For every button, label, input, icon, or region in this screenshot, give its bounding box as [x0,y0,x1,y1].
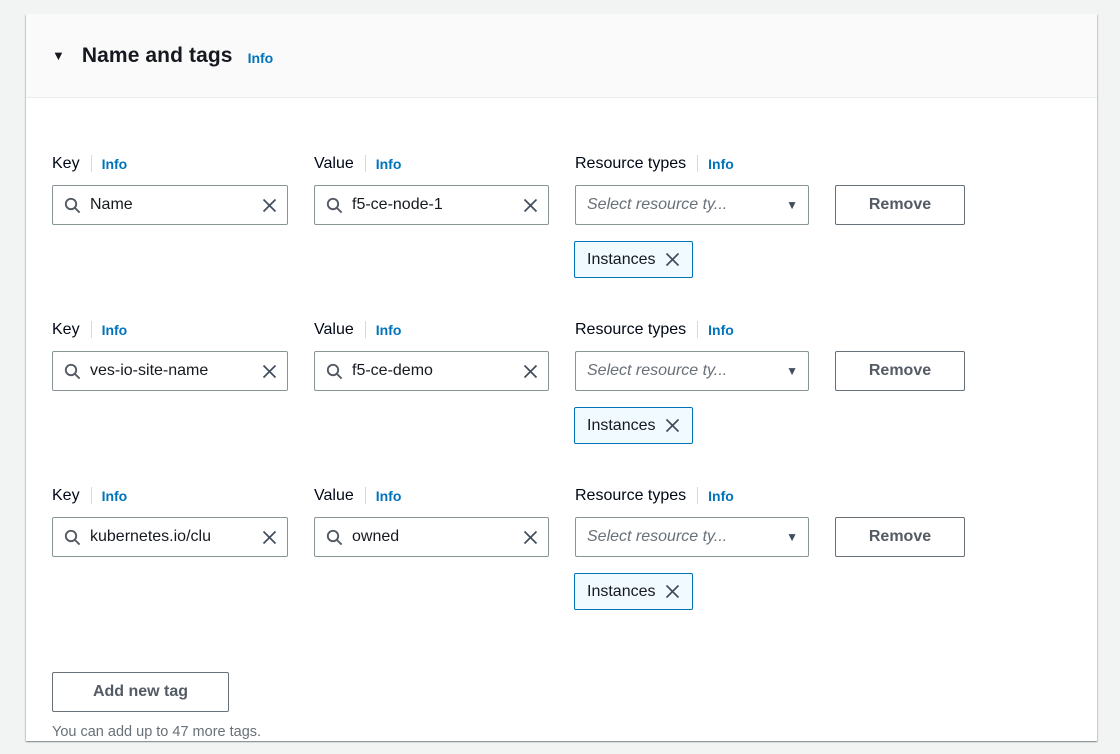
key-label: Key [52,487,80,505]
key-input[interactable] [90,362,256,380]
label-divider [697,487,698,504]
token-line: Instances [52,573,1071,610]
search-icon [326,529,343,546]
select-placeholder: Select resource ty... [587,196,727,214]
panel-body: Key Info Value Info Resource types Info [26,98,1097,740]
resource-types-label-line: Resource types Info [575,320,809,339]
resource-types-info-link[interactable]: Info [708,156,734,172]
token-dismiss-icon[interactable] [665,252,680,267]
key-info-link[interactable]: Info [102,322,128,338]
search-icon [326,197,343,214]
clear-key-icon[interactable] [262,198,277,213]
resource-types-label-line: Resource types Info [575,154,809,173]
clear-value-icon[interactable] [523,530,538,545]
add-new-tag-button[interactable]: Add new tag [52,672,229,712]
tag-row: Key Info Value Info Resource types Info [52,320,1071,444]
label-divider [365,321,366,338]
token-dismiss-icon[interactable] [665,418,680,433]
search-icon [326,363,343,380]
token-label: Instances [587,417,655,435]
value-label: Value [314,321,354,339]
tags-remaining-note: You can add up to 47 more tags. [52,724,1071,740]
value-field [314,517,549,557]
label-divider [697,155,698,172]
key-input[interactable] [90,196,256,214]
label-divider [91,321,92,338]
resource-types-label: Resource types [575,155,686,173]
resource-types-select[interactable]: Select resource ty... ▼ [575,185,809,225]
value-info-link[interactable]: Info [376,156,402,172]
key-info-link[interactable]: Info [102,488,128,504]
label-divider [91,155,92,172]
panel-title: Name and tags [82,44,233,68]
value-input[interactable] [352,528,517,546]
clear-key-icon[interactable] [262,364,277,379]
label-divider [91,487,92,504]
key-label: Key [52,155,80,173]
tag-row: Key Info Value Info Resource types Info [52,154,1071,278]
value-label: Value [314,487,354,505]
chevron-down-icon: ▼ [786,198,798,212]
resource-types-select[interactable]: Select resource ty... ▼ [575,517,809,557]
search-icon [64,363,81,380]
remove-button[interactable]: Remove [835,185,965,225]
key-label-line: Key Info [52,486,288,505]
resource-types-label: Resource types [575,321,686,339]
token-dismiss-icon[interactable] [665,584,680,599]
collapse-caret-icon[interactable]: ▼ [52,48,65,63]
resource-types-label: Resource types [575,487,686,505]
clear-value-icon[interactable] [523,198,538,213]
panel-info-link[interactable]: Info [248,50,274,66]
token-line: Instances [52,241,1071,278]
chevron-down-icon: ▼ [786,364,798,378]
key-label: Key [52,321,80,339]
resource-type-token: Instances [574,407,693,444]
tag-row: Key Info Value Info Resource types Info [52,486,1071,610]
resource-type-token: Instances [574,573,693,610]
panel-header: ▼ Name and tags Info [26,14,1097,98]
key-field [52,517,288,557]
resource-types-info-link[interactable]: Info [708,488,734,504]
select-placeholder: Select resource ty... [587,362,727,380]
remove-button[interactable]: Remove [835,351,965,391]
name-and-tags-panel: ▼ Name and tags Info Key Info Value Info… [26,14,1097,741]
clear-key-icon[interactable] [262,530,277,545]
remove-button[interactable]: Remove [835,517,965,557]
select-placeholder: Select resource ty... [587,528,727,546]
value-field [314,351,549,391]
key-field [52,351,288,391]
key-label-line: Key Info [52,320,288,339]
clear-value-icon[interactable] [523,364,538,379]
value-label-line: Value Info [314,154,549,173]
value-info-link[interactable]: Info [376,322,402,338]
resource-types-select[interactable]: Select resource ty... ▼ [575,351,809,391]
value-info-link[interactable]: Info [376,488,402,504]
chevron-down-icon: ▼ [786,530,798,544]
key-input[interactable] [90,528,256,546]
value-label: Value [314,155,354,173]
search-icon [64,197,81,214]
value-label-line: Value Info [314,486,549,505]
resource-type-token: Instances [574,241,693,278]
token-label: Instances [587,583,655,601]
search-icon [64,529,81,546]
key-info-link[interactable]: Info [102,156,128,172]
label-divider [697,321,698,338]
value-input[interactable] [352,362,517,380]
value-input[interactable] [352,196,517,214]
token-label: Instances [587,251,655,269]
key-label-line: Key Info [52,154,288,173]
label-divider [365,487,366,504]
value-label-line: Value Info [314,320,549,339]
token-line: Instances [52,407,1071,444]
resource-types-info-link[interactable]: Info [708,322,734,338]
key-field [52,185,288,225]
label-divider [365,155,366,172]
value-field [314,185,549,225]
resource-types-label-line: Resource types Info [575,486,809,505]
